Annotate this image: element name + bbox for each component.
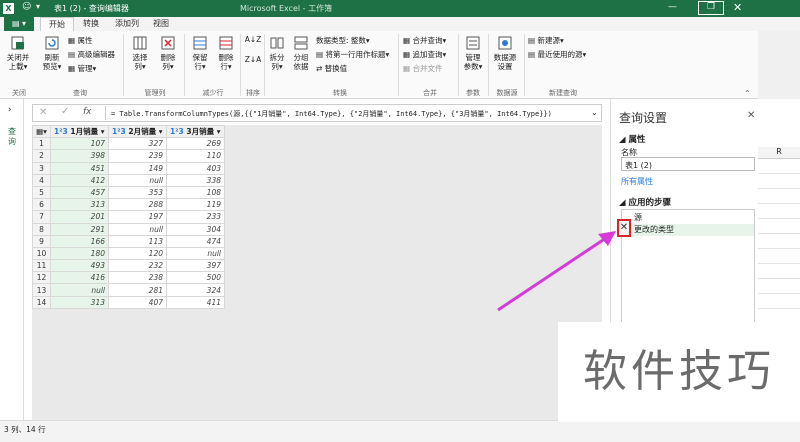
arrow-shaft	[497, 236, 607, 312]
arrow-head	[598, 231, 616, 246]
watermark: 软件技巧	[558, 322, 800, 422]
